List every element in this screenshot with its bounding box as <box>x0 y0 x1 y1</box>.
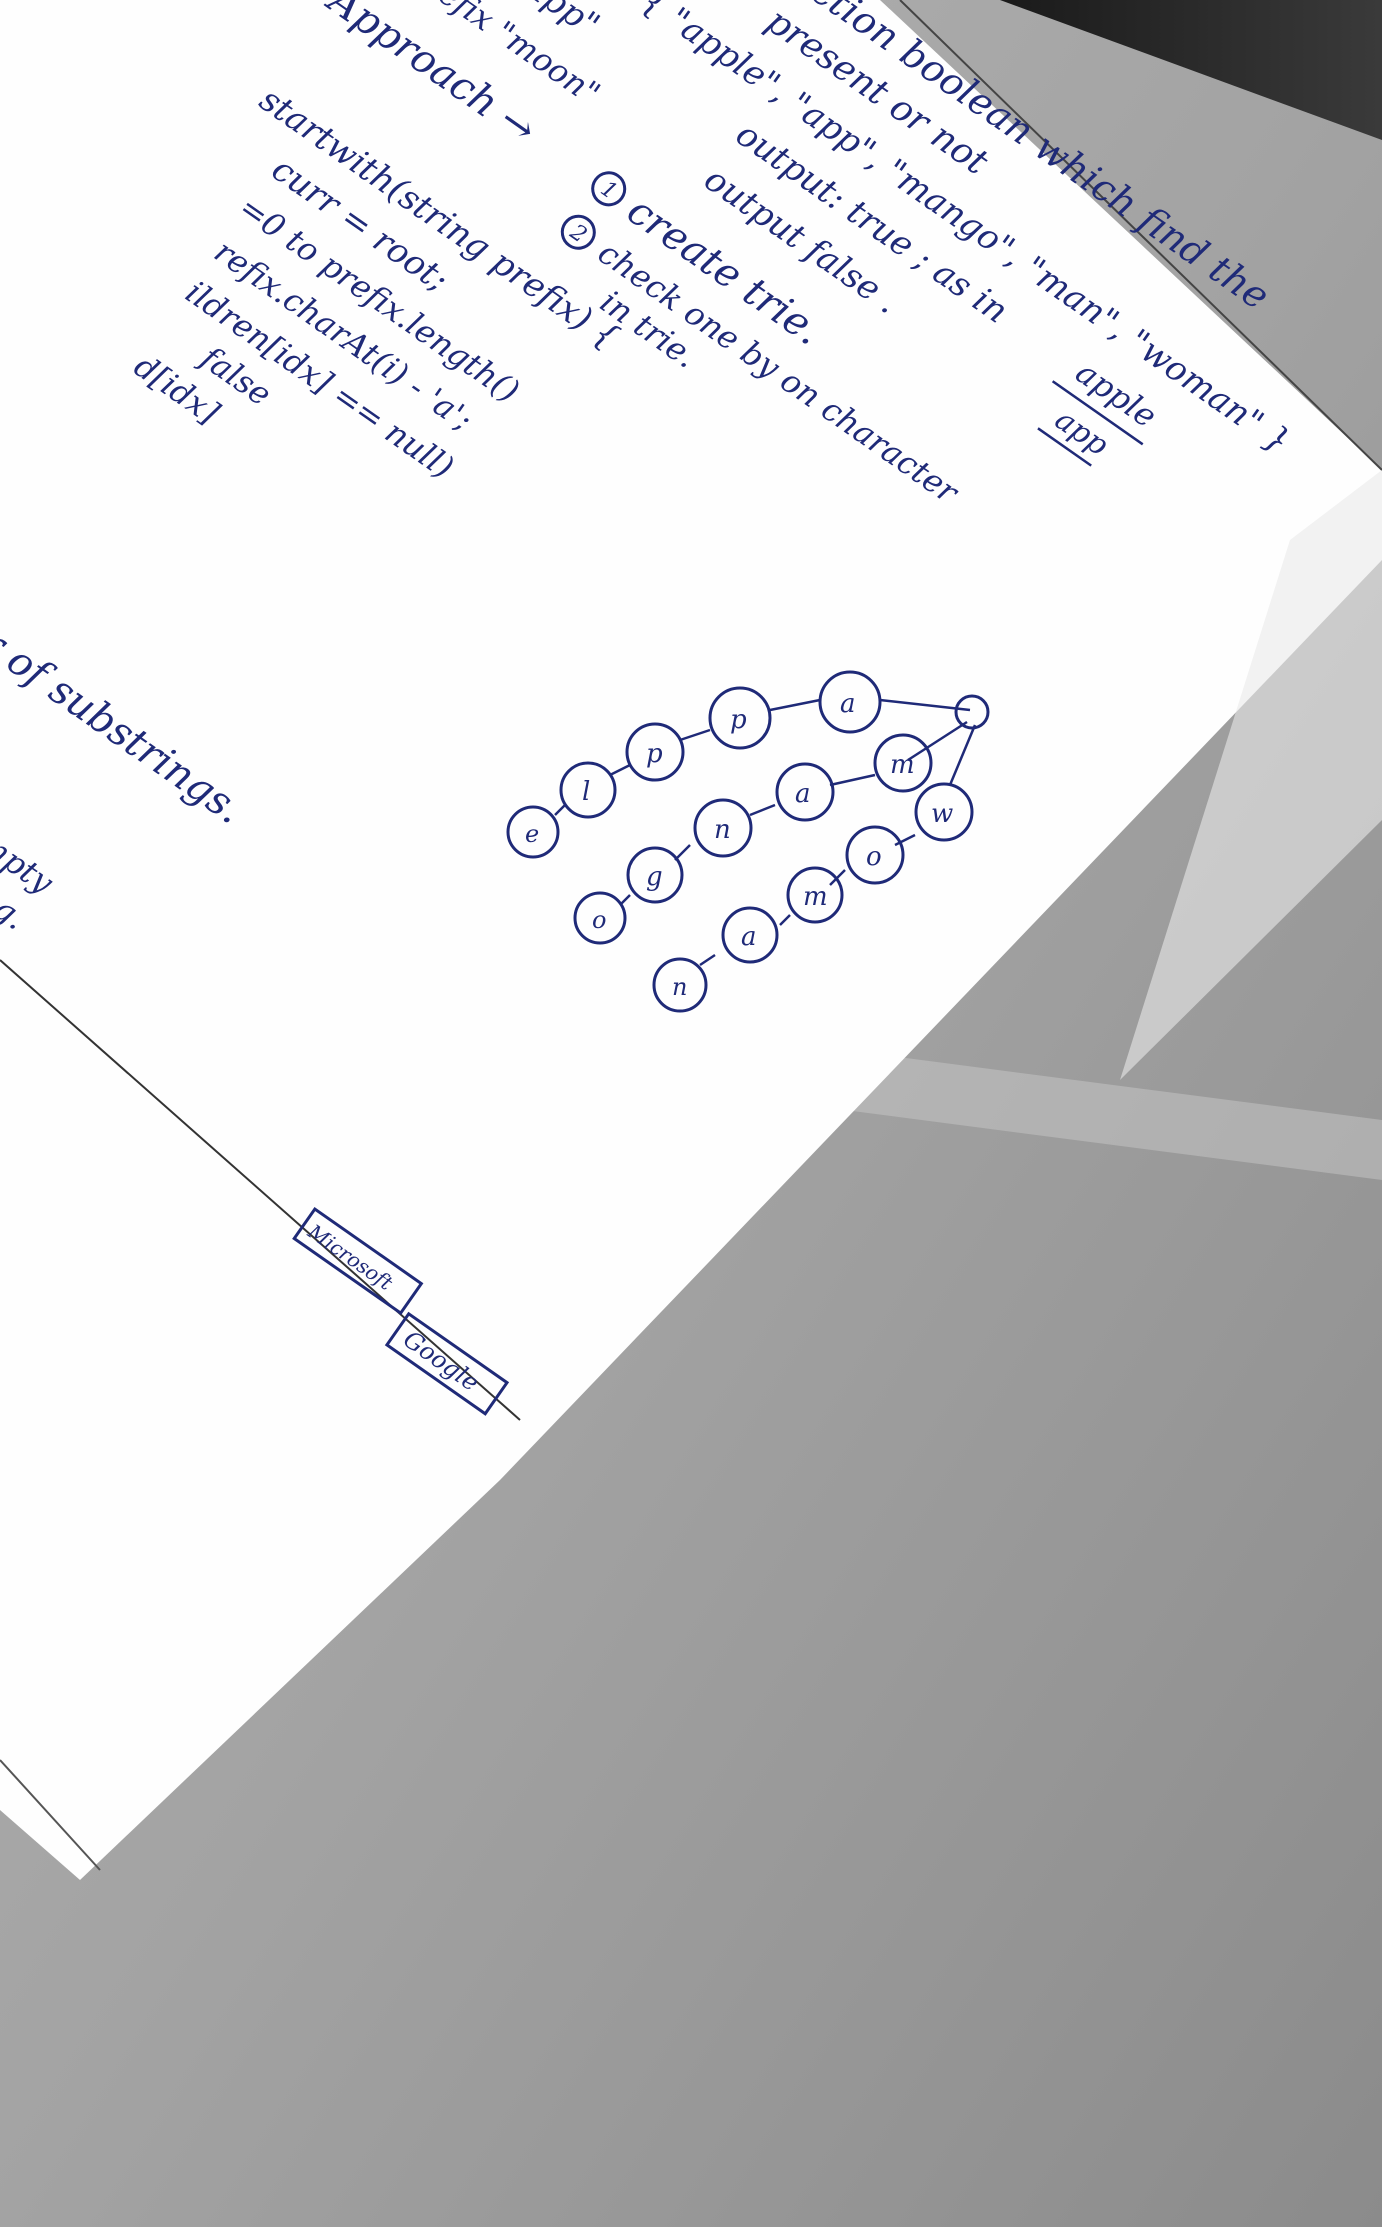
trie-node-label: m <box>803 882 828 912</box>
trie-node-label: a <box>840 689 856 719</box>
trie-node-label: n <box>672 973 687 1001</box>
trie-node-label: m <box>890 750 915 780</box>
trie-node-label: a <box>741 922 757 952</box>
trie-node-label: o <box>866 842 882 872</box>
trie-node-label: p <box>646 739 663 769</box>
trie-node-label: o <box>592 906 606 934</box>
trie-node-label: a <box>795 779 811 809</box>
notebook-photo: ction boolean which find the present or … <box>0 0 1382 2227</box>
trie-node-label: n <box>714 815 731 845</box>
trie-node-label: l <box>582 777 590 807</box>
trie-node-label: e <box>525 820 539 848</box>
trie-node-label: w <box>931 799 953 829</box>
trie-node-label: g <box>646 862 663 892</box>
trie-node-label: p <box>730 705 747 735</box>
